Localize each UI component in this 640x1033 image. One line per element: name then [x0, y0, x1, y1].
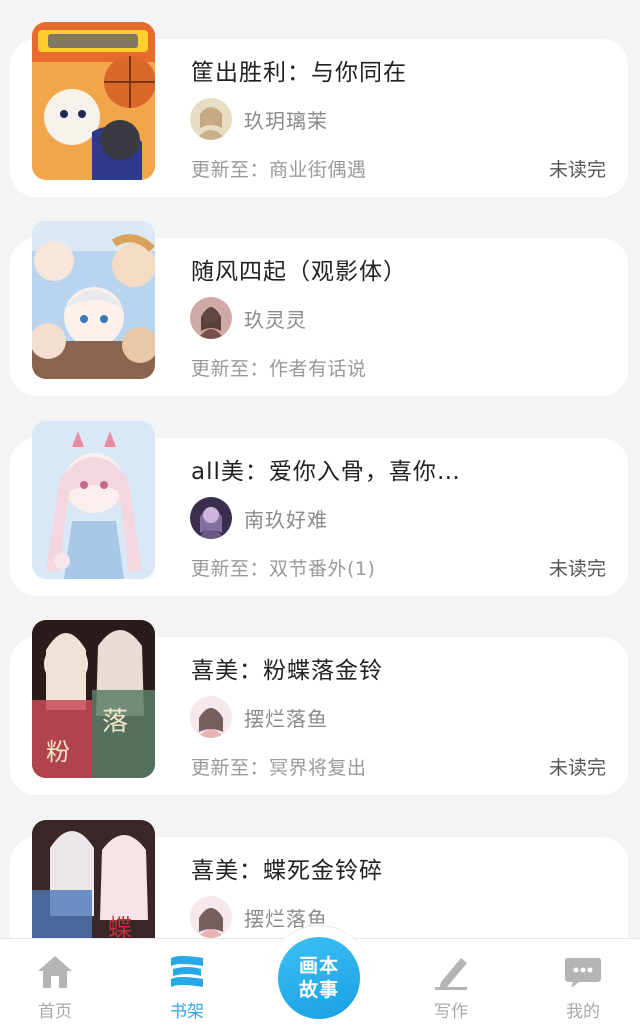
read-status: 未读完 — [548, 757, 606, 779]
cover-image — [32, 221, 155, 379]
author-row[interactable]: 玖灵灵 — [190, 296, 307, 340]
read-status: 未读完 — [548, 558, 606, 580]
tab-me[interactable]: 我的 — [533, 953, 633, 1022]
read-status: 未读完 — [548, 159, 606, 181]
book-cover[interactable]: 蝶 — [32, 820, 155, 940]
update-info: 更新至：作者有话说 — [191, 358, 367, 380]
book-title: 喜美：蝶死金铃碎 — [191, 858, 383, 884]
book-title: 随风四起（观影体） — [191, 259, 407, 285]
author-avatar — [190, 696, 232, 738]
update-info: 更新至：双节番外(1) — [191, 558, 376, 580]
book-cover[interactable] — [32, 22, 155, 180]
author-avatar — [190, 497, 232, 539]
author-name: 玖玥璃茉 — [244, 108, 328, 133]
book-cover[interactable]: 落 粉 — [32, 620, 155, 778]
bottom-tab-bar: 首页 书架 画本 故事 写作 我的 — [0, 925, 640, 1033]
tab-shelf[interactable]: 书架 — [137, 953, 237, 1022]
author-avatar — [190, 896, 232, 938]
cover-image: 蝶 — [32, 820, 155, 940]
tab-shelf-label: 书架 — [170, 1002, 204, 1022]
bookshelf-icon — [137, 953, 237, 991]
book-title: 喜美：粉蝶落金铃 — [191, 658, 383, 684]
book-title: 筐出胜利：与你同在 — [191, 60, 407, 86]
author-row[interactable]: 玖玥璃茉 — [190, 97, 328, 141]
chat-bubble-icon — [533, 953, 633, 991]
svg-text:粉: 粉 — [46, 738, 70, 766]
svg-text:蝶: 蝶 — [108, 914, 132, 940]
center-label-line2: 故事 — [298, 979, 339, 1001]
author-avatar — [190, 98, 232, 140]
author-row[interactable]: 摆烂落鱼 — [190, 695, 328, 739]
cover-image: 落 粉 — [32, 620, 155, 778]
tab-write-label: 写作 — [434, 1002, 468, 1022]
tab-write[interactable]: 写作 — [401, 953, 501, 1022]
author-avatar — [190, 297, 232, 339]
create-story-badge: 画本 故事 — [278, 937, 360, 1019]
cover-image — [32, 421, 155, 579]
update-info: 更新至：商业街偶遇 — [191, 159, 367, 181]
home-icon — [5, 953, 105, 991]
author-row[interactable]: 南玖好难 — [190, 496, 328, 540]
book-cover[interactable] — [32, 221, 155, 379]
book-card[interactable]: 落 粉 喜美：粉蝶落金铃 摆烂落鱼 更新至：冥界将复出 未读完 — [10, 620, 628, 795]
book-card[interactable]: all美：爱你入骨，喜你… 南玖好难 更新至：双节番外(1) 未读完 — [10, 421, 628, 596]
tab-me-label: 我的 — [566, 1002, 600, 1022]
tab-home-label: 首页 — [38, 1002, 72, 1022]
pencil-icon — [401, 953, 501, 991]
book-cover[interactable] — [32, 421, 155, 579]
update-info: 更新至：冥界将复出 — [191, 757, 367, 779]
author-name: 南玖好难 — [244, 507, 328, 532]
tab-home[interactable]: 首页 — [5, 953, 105, 1022]
svg-text:落: 落 — [102, 707, 128, 737]
book-title: all美：爱你入骨，喜你… — [191, 459, 461, 485]
book-card[interactable]: 筐出胜利：与你同在 玖玥璃茉 更新至：商业街偶遇 未读完 — [10, 22, 628, 197]
cover-image — [32, 22, 155, 180]
author-name: 玖灵灵 — [244, 307, 307, 332]
bookshelf-list: 筐出胜利：与你同在 玖玥璃茉 更新至：商业街偶遇 未读完 随风四起（观影体） 玖… — [0, 0, 640, 940]
center-label-line1: 画本 — [298, 955, 339, 977]
author-name: 摆烂落鱼 — [244, 706, 328, 731]
create-story-button[interactable]: 画本 故事 — [274, 933, 364, 1023]
book-card[interactable]: 随风四起（观影体） 玖灵灵 更新至：作者有话说 — [10, 221, 628, 396]
